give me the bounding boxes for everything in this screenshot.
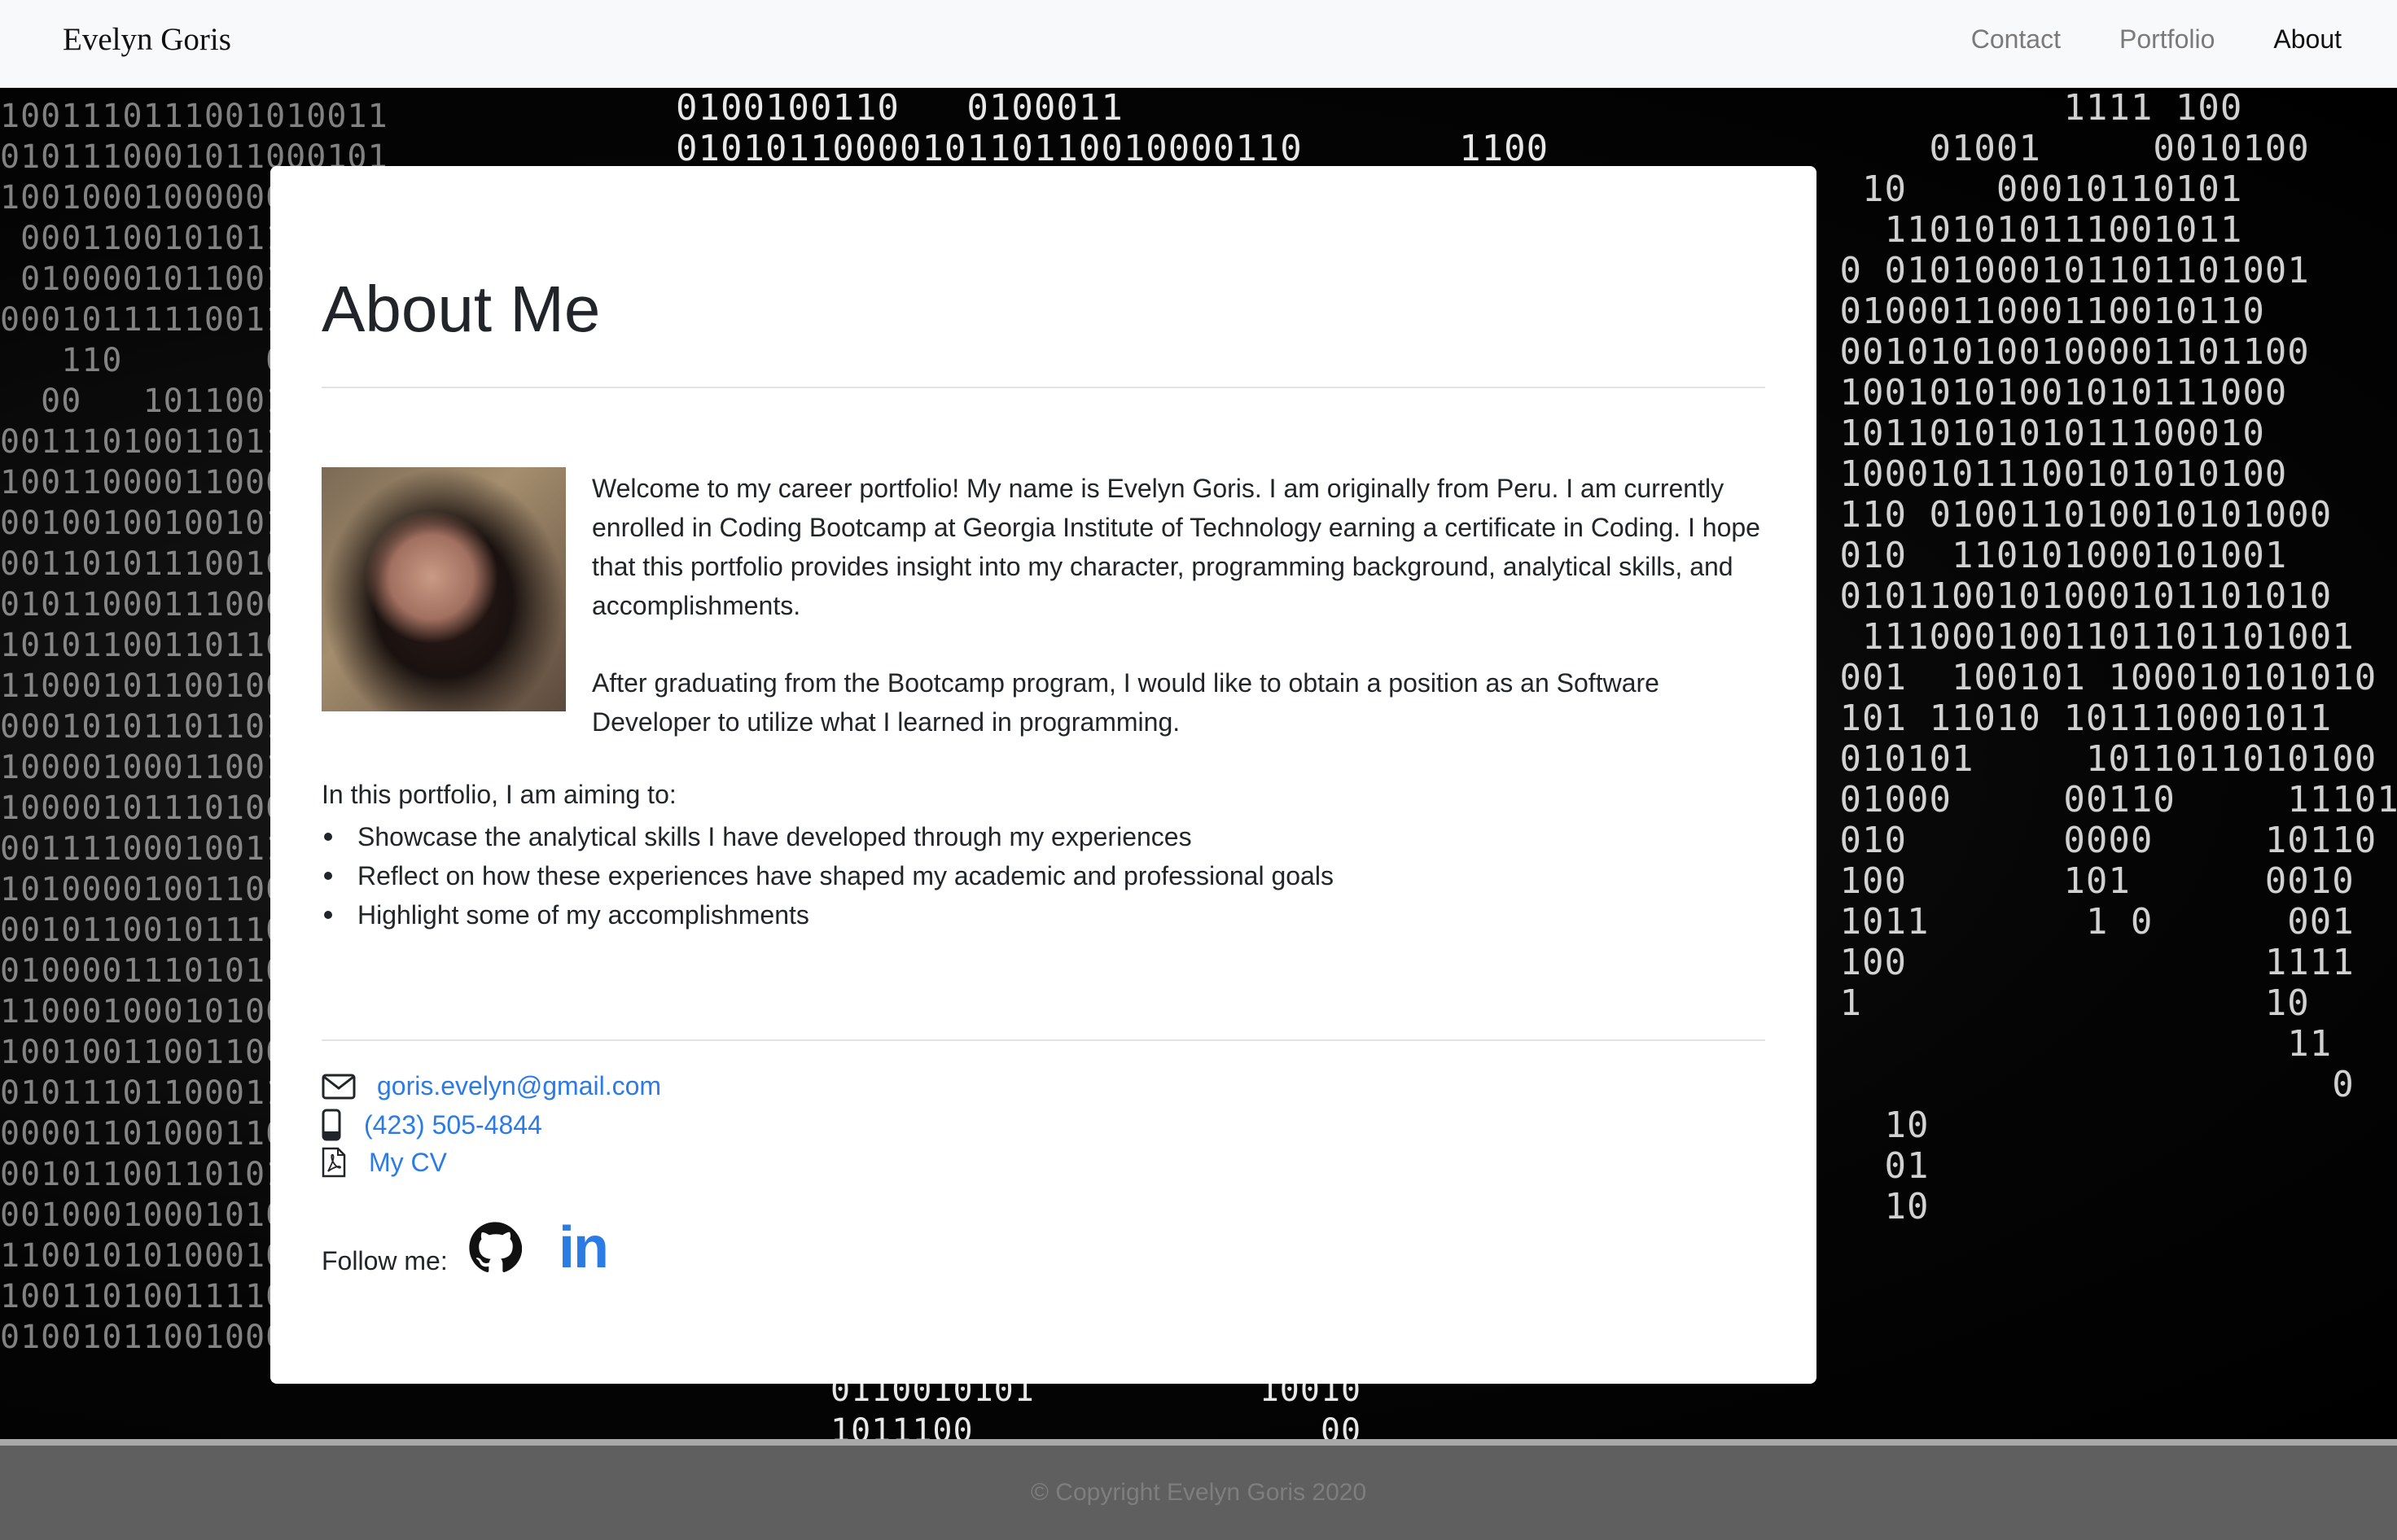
github-icon[interactable] [468, 1221, 523, 1279]
footer-border [0, 1439, 2397, 1446]
navbar: Evelyn Goris Contact Portfolio About [0, 0, 2397, 88]
page-title: About Me [322, 273, 601, 345]
binary-pattern-right: 1111 100 01001 0010100 10 00010110101 11… [1839, 88, 2397, 1227]
follow-label: Follow me: [322, 1246, 448, 1275]
aims-list: Showcase the analytical skills I have de… [322, 817, 1334, 934]
list-item: Highlight some of my accomplishments [322, 895, 1334, 934]
nav-links: Contact Portfolio About [1971, 24, 2342, 55]
cv-row: My CV [322, 1147, 447, 1178]
cv-link[interactable]: My CV [369, 1148, 447, 1178]
profile-photo [322, 467, 566, 711]
nav-link-contact[interactable]: Contact [1971, 24, 2061, 55]
email-link[interactable]: goris.evelyn@gmail.com [377, 1071, 661, 1101]
list-item: Showcase the analytical skills I have de… [322, 817, 1334, 856]
divider [322, 387, 1765, 388]
nav-link-portfolio[interactable]: Portfolio [2119, 24, 2215, 55]
phone-icon [322, 1109, 341, 1141]
about-card: About Me Welcome to my career portfolio!… [270, 166, 1816, 1384]
brand-logo[interactable]: Evelyn Goris [63, 21, 231, 58]
email-row: goris.evelyn@gmail.com [322, 1071, 661, 1101]
nav-link-about[interactable]: About [2273, 24, 2342, 55]
phone-row: (423) 505-4844 [322, 1109, 542, 1141]
goal-paragraph: After graduating from the Bootcamp progr… [592, 668, 1659, 737]
list-item: Reflect on how these experiences have sh… [322, 856, 1334, 895]
pdf-file-icon [322, 1147, 346, 1178]
binary-pattern-top: 0100100110 0100011 010101100001011011001… [676, 88, 1549, 169]
copyright-text: © Copyright Evelyn Goris 2020 [1030, 1479, 1367, 1506]
footer: © Copyright Evelyn Goris 2020 [0, 1446, 2397, 1540]
phone-link[interactable]: (423) 505-4844 [364, 1110, 542, 1140]
envelope-icon [322, 1074, 356, 1100]
linkedin-icon[interactable]: in [559, 1214, 609, 1281]
aims-intro: In this portfolio, I am aiming to: [322, 780, 677, 809]
intro-paragraph: Welcome to my career portfolio! My name … [592, 474, 1760, 620]
divider [322, 1039, 1765, 1041]
